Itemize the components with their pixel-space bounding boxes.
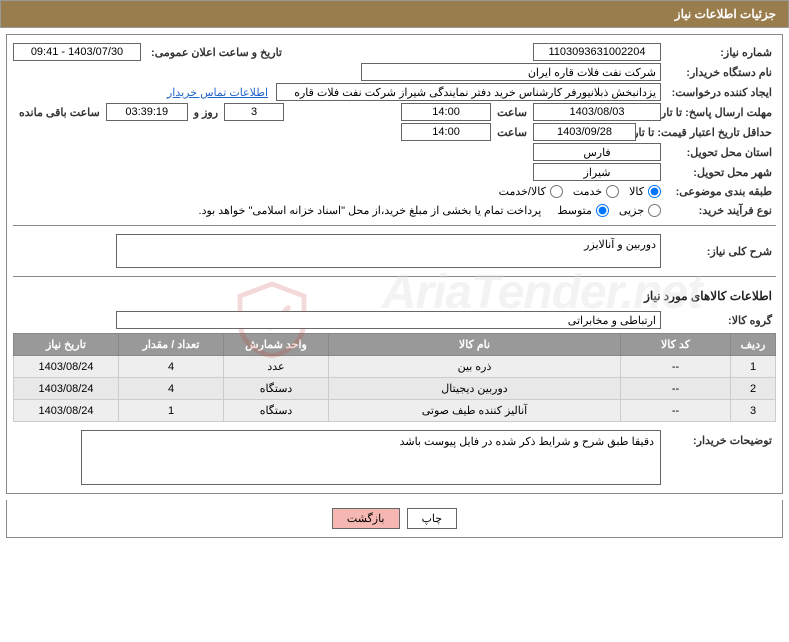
cell-qty: 4 bbox=[119, 356, 224, 378]
radio-both-input[interactable] bbox=[550, 185, 563, 198]
cell-qty: 4 bbox=[119, 378, 224, 400]
remaining-time: 03:39:19 bbox=[106, 103, 188, 121]
remaining-days: 3 bbox=[224, 103, 284, 121]
requester-value: یزدانبخش ذبلانیورفر کارشناس خرید دفتر نم… bbox=[276, 83, 661, 101]
validity-label: حداقل تاریخ اعتبار قیمت: تا تاریخ: bbox=[636, 124, 776, 141]
th-date: تاریخ نیاز bbox=[14, 334, 119, 356]
page-title: جزئیات اطلاعات نیاز bbox=[0, 0, 789, 28]
city-label: شهر محل تحویل: bbox=[661, 164, 776, 181]
city-value: شیراز bbox=[533, 163, 661, 181]
button-bar: چاپ بازگشت bbox=[6, 500, 783, 538]
province-value: فارس bbox=[533, 143, 661, 161]
cell-date: 1403/08/24 bbox=[14, 378, 119, 400]
back-button[interactable]: بازگشت bbox=[332, 508, 400, 529]
divider bbox=[13, 225, 776, 226]
cell-date: 1403/08/24 bbox=[14, 400, 119, 422]
cell-date: 1403/08/24 bbox=[14, 356, 119, 378]
radio-medium-label: متوسط bbox=[557, 204, 592, 217]
buyer-notes-label: توضیحات خریدار: bbox=[661, 430, 776, 449]
items-table: ردیف کد کالا نام کالا واحد شمارش تعداد /… bbox=[13, 333, 776, 422]
need-no-value: 1103093631002204 bbox=[533, 43, 661, 61]
divider-2 bbox=[13, 276, 776, 277]
need-no-label: شماره نیاز: bbox=[661, 44, 776, 61]
th-unit: واحد شمارش bbox=[224, 334, 329, 356]
buyer-org-value: شرکت نفت فلات قاره ایران bbox=[361, 63, 661, 81]
radio-medium-input[interactable] bbox=[596, 204, 609, 217]
radio-service-label: خدمت bbox=[573, 185, 602, 198]
print-button[interactable]: چاپ bbox=[407, 508, 458, 529]
radio-service-input[interactable] bbox=[606, 185, 619, 198]
validity-time-label: ساعت bbox=[491, 124, 533, 141]
days-and-label: روز و bbox=[188, 104, 224, 121]
radio-goods-input[interactable] bbox=[648, 185, 661, 198]
contact-link[interactable]: اطلاعات تماس خریدار bbox=[167, 86, 268, 99]
deadline-label: مهلت ارسال پاسخ: تا تاریخ: bbox=[661, 104, 776, 121]
announce-label: تاریخ و ساعت اعلان عمومی: bbox=[141, 44, 286, 61]
cell-code: -- bbox=[621, 378, 731, 400]
th-code: کد کالا bbox=[621, 334, 731, 356]
radio-small[interactable]: جزیی bbox=[619, 204, 661, 217]
validity-date: 1403/09/28 bbox=[533, 123, 636, 141]
cell-name: آنالیز کننده طیف صوتی bbox=[329, 400, 621, 422]
proc-type-label: نوع فرآیند خرید: bbox=[661, 202, 776, 219]
radio-both[interactable]: کالا/خدمت bbox=[499, 185, 563, 198]
buyer-org-label: نام دستگاه خریدار: bbox=[661, 64, 776, 81]
cell-code: -- bbox=[621, 400, 731, 422]
cell-row: 3 bbox=[731, 400, 776, 422]
th-qty: تعداد / مقدار bbox=[119, 334, 224, 356]
goods-group-label: گروه کالا: bbox=[661, 312, 776, 329]
deadline-date: 1403/08/03 bbox=[533, 103, 661, 121]
radio-small-label: جزیی bbox=[619, 204, 644, 217]
requester-label: ایجاد کننده درخواست: bbox=[661, 84, 776, 101]
remaining-label: ساعت باقی مانده bbox=[13, 104, 106, 121]
radio-goods[interactable]: کالا bbox=[629, 185, 661, 198]
main-form: AriaTender.net شماره نیاز: 1103093631002… bbox=[6, 34, 783, 494]
deadline-time: 14:00 bbox=[401, 103, 491, 121]
cell-unit: عدد bbox=[224, 356, 329, 378]
table-row: 3 -- آنالیز کننده طیف صوتی دستگاه 1 1403… bbox=[14, 400, 776, 422]
cell-row: 2 bbox=[731, 378, 776, 400]
overview-label: شرح کلی نیاز: bbox=[661, 243, 776, 260]
deadline-time-label: ساعت bbox=[491, 104, 533, 121]
radio-medium[interactable]: متوسط bbox=[557, 204, 609, 217]
cell-name: دوربین دیجیتال bbox=[329, 378, 621, 400]
buyer-notes-value: دقیقا طبق شرح و شرایط ذکر شده در فایل پی… bbox=[81, 430, 661, 485]
province-label: استان محل تحویل: bbox=[661, 144, 776, 161]
radio-goods-label: کالا bbox=[629, 185, 644, 198]
radio-both-label: کالا/خدمت bbox=[499, 185, 546, 198]
overview-value: دوربین و آنالایزر bbox=[116, 234, 661, 268]
goods-group-value: ارتباطی و مخابراتی bbox=[116, 311, 661, 329]
th-name: نام کالا bbox=[329, 334, 621, 356]
validity-time: 14:00 bbox=[401, 123, 491, 141]
cell-unit: دستگاه bbox=[224, 400, 329, 422]
table-row: 1 -- ذره بین عدد 4 1403/08/24 bbox=[14, 356, 776, 378]
radio-service[interactable]: خدمت bbox=[573, 185, 619, 198]
cell-name: ذره بین bbox=[329, 356, 621, 378]
cell-qty: 1 bbox=[119, 400, 224, 422]
category-label: طبقه بندی موضوعی: bbox=[661, 183, 776, 200]
proc-note: پرداخت تمام یا بخشی از مبلغ خرید،از محل … bbox=[193, 202, 548, 219]
th-row: ردیف bbox=[731, 334, 776, 356]
announce-value: 1403/07/30 - 09:41 bbox=[13, 43, 141, 61]
table-row: 2 -- دوربین دیجیتال دستگاه 4 1403/08/24 bbox=[14, 378, 776, 400]
items-section-title: اطلاعات کالاهای مورد نیاز bbox=[13, 283, 776, 309]
radio-small-input[interactable] bbox=[648, 204, 661, 217]
cell-code: -- bbox=[621, 356, 731, 378]
table-header-row: ردیف کد کالا نام کالا واحد شمارش تعداد /… bbox=[14, 334, 776, 356]
cell-unit: دستگاه bbox=[224, 378, 329, 400]
cell-row: 1 bbox=[731, 356, 776, 378]
